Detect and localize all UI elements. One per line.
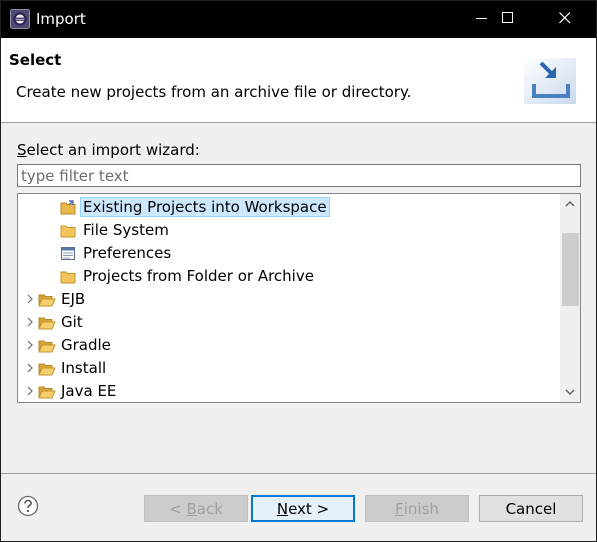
tree-item-label: File System	[83, 221, 169, 239]
back-label: ack	[196, 499, 223, 518]
maximize-icon	[502, 11, 514, 28]
title-bar[interactable]: Import	[1, 1, 596, 38]
help-icon	[17, 495, 41, 523]
eclipse-icon	[10, 9, 30, 29]
next-mnemonic: N	[276, 499, 289, 518]
wizard-tree[interactable]: Existing Projects into Workspace File Sy…	[17, 193, 581, 403]
next-label: ext >	[288, 499, 330, 518]
folder-open-icon	[38, 337, 56, 353]
tree-item-install[interactable]: Install	[22, 357, 108, 379]
window-title: Import	[36, 10, 86, 28]
tree-item-label: Git	[61, 313, 83, 331]
filter-input[interactable]	[17, 164, 581, 187]
chevron-right-icon[interactable]	[22, 334, 38, 356]
next-button[interactable]: Next >	[251, 495, 355, 522]
help-button[interactable]	[17, 495, 41, 519]
chevron-right-icon[interactable]	[22, 380, 38, 402]
preferences-icon	[60, 245, 78, 261]
tree-item-label: Projects from Folder or Archive	[83, 267, 314, 285]
wizard-label-mnemonic: S	[17, 141, 27, 159]
folder-open-icon	[38, 360, 56, 376]
tree-item-label: Java EE	[61, 382, 117, 400]
finish-mnemonic: F	[395, 499, 404, 518]
tree-item-existing-projects[interactable]: Existing Projects into Workspace	[44, 196, 330, 218]
wizard-header: Select Create new projects from an archi…	[1, 38, 596, 123]
chevron-right-icon[interactable]	[22, 357, 38, 379]
tree-item-gradle[interactable]: Gradle	[22, 334, 113, 356]
chevron-up-icon	[565, 196, 575, 212]
tree-item-label: Existing Projects into Workspace	[80, 197, 330, 217]
chevron-down-icon	[565, 384, 575, 400]
folder-open-icon	[38, 383, 56, 399]
wizard-label-text: elect an import wizard:	[26, 141, 200, 159]
tree-item-projects-from-folder[interactable]: Projects from Folder or Archive	[44, 265, 316, 287]
back-prefix: <	[169, 499, 187, 518]
tree-item-label: EJB	[61, 290, 86, 308]
cancel-button[interactable]: Cancel	[479, 495, 583, 522]
page-description: Create new projects from an archive file…	[16, 83, 412, 101]
chevron-right-icon[interactable]	[22, 311, 38, 333]
footer-separator	[1, 473, 596, 474]
wizard-label: Select an import wizard:	[17, 141, 200, 159]
cancel-label: Cancel	[505, 499, 557, 518]
tree-item-label: Install	[61, 359, 107, 377]
tree-item-java-ee[interactable]: Java EE	[22, 380, 118, 402]
chevron-right-icon[interactable]	[22, 288, 38, 310]
folder-open-icon	[38, 314, 56, 330]
tree-item-git[interactable]: Git	[22, 311, 85, 333]
folder-icon	[60, 222, 78, 238]
scroll-down-button[interactable]	[560, 382, 580, 402]
import-dialog: Import Select Create new projects from a…	[0, 0, 597, 542]
tree-scrollbar[interactable]	[560, 194, 580, 402]
folder-open-icon	[38, 291, 56, 307]
folder-icon	[60, 268, 78, 284]
back-mnemonic: B	[186, 499, 197, 518]
import-wizard-icon	[520, 50, 578, 108]
close-icon	[559, 11, 571, 28]
page-title: Select	[9, 51, 62, 69]
back-button[interactable]: < Back	[144, 495, 248, 522]
maximize-button[interactable]	[485, 1, 531, 38]
close-button[interactable]	[542, 1, 588, 38]
finish-label: inish	[403, 499, 439, 518]
tree-item-ejb[interactable]: EJB	[22, 288, 87, 310]
tree-item-file-system[interactable]: File System	[44, 219, 171, 241]
tree-item-label: Preferences	[83, 244, 172, 262]
tree-item-label: Gradle	[61, 336, 111, 354]
finish-button[interactable]: Finish	[365, 495, 469, 522]
scroll-up-button[interactable]	[560, 194, 580, 214]
tree-item-preferences[interactable]: Preferences	[44, 242, 173, 264]
scroll-thumb[interactable]	[562, 233, 579, 306]
existing-project-icon	[60, 199, 78, 215]
